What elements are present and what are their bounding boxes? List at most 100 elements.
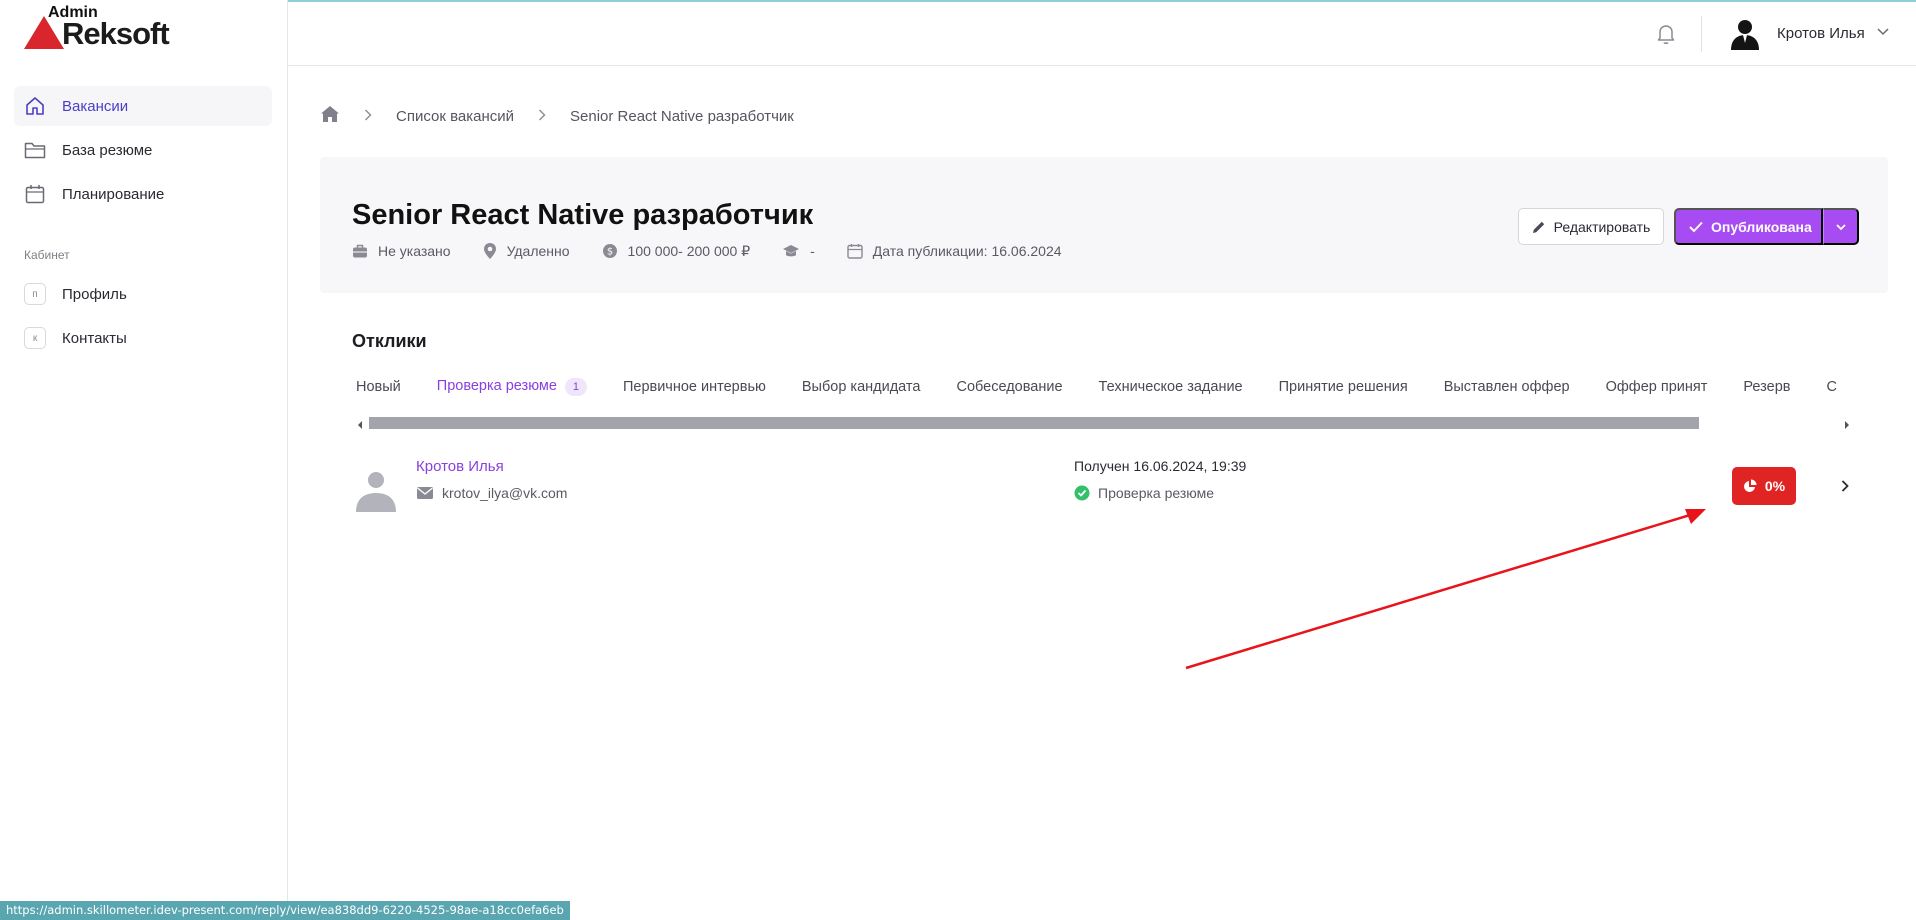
candidate-name-link[interactable]: Кротов Илья (416, 458, 504, 475)
candidate-email-text: krotov_ilya@vk.com (442, 485, 568, 501)
sidebar-item-label: База резюме (62, 141, 153, 159)
pencil-icon (1532, 221, 1544, 233)
published-status-label: Опубликована (1711, 218, 1812, 235)
breadcrumb: Список вакансий Senior React Native разр… (320, 106, 794, 126)
top-header: Кротов Илья (288, 2, 1916, 66)
edit-button-label: Редактировать (1553, 218, 1651, 235)
candidate-email: krotov_ilya@vk.com (416, 485, 567, 501)
vacancy-experience-text: Не указано (378, 243, 451, 259)
vacancy-header-card: Senior React Native разработчик Не указа… (320, 157, 1888, 293)
vacancy-published-text: Дата публикации: 16.06.2024 (872, 243, 1062, 259)
edit-button[interactable]: Редактировать (1518, 208, 1664, 245)
sidebar-item-label: Планирование (62, 185, 165, 203)
logo-triangle-icon (24, 16, 64, 49)
candidate-status: Проверка резюме (1074, 485, 1214, 501)
tab-offer-made[interactable]: Выставлен оффер (1444, 379, 1570, 395)
candidate-avatar (352, 466, 400, 514)
vacancy-published: Дата публикации: 16.06.2024 (847, 243, 1062, 259)
app-logo[interactable]: Admin Reksoft (22, 4, 192, 51)
sidebar-item-contacts[interactable]: к Контакты (14, 318, 272, 358)
briefcase-icon (353, 244, 367, 258)
tab-label: С (1826, 379, 1837, 395)
tab-label: Техническое задание (1098, 379, 1243, 395)
calendar-icon (24, 183, 46, 205)
vacancy-education-text: - (810, 243, 815, 259)
location-pin-icon (483, 243, 496, 259)
tab-count-badge: 1 (564, 378, 587, 396)
annotation-arrow-icon (1185, 509, 1706, 670)
vacancy-salary-text: 100 000- 200 000 ₽ (627, 242, 751, 259)
tab-label: Выбор кандидата (801, 379, 921, 395)
breadcrumb-home-icon[interactable] (320, 105, 340, 127)
status-dropdown-button[interactable] (1823, 208, 1859, 245)
candidate-row[interactable]: Кротов Илья krotov_ilya@vk.com Получен 1… (352, 452, 1872, 516)
check-circle-icon (1074, 485, 1090, 501)
tab-label: Проверка резюме (436, 378, 557, 394)
bell-icon[interactable] (1654, 22, 1678, 46)
skill-score-badge[interactable]: 0% (1732, 467, 1796, 505)
profile-letter-icon: п (24, 283, 46, 305)
user-name[interactable]: Кротов Илья (1777, 25, 1865, 42)
coin-icon: $ (602, 244, 617, 258)
tab-primary-interview[interactable]: Первичное интервью (623, 379, 766, 395)
candidate-received-date: Получен 16.06.2024, 19:39 (1074, 458, 1247, 474)
tab-label: Оффер принят (1605, 379, 1708, 395)
tab-technical-task[interactable]: Техническое задание (1099, 379, 1243, 395)
tab-label: Первичное интервью (622, 379, 766, 395)
sidebar-item-planning[interactable]: Планирование (14, 174, 272, 214)
chevron-down-icon (1835, 223, 1846, 230)
logo-brand-text: Reksoft (62, 16, 170, 51)
sidebar-item-label: Контакты (62, 329, 127, 347)
chevron-right-icon[interactable] (1838, 479, 1852, 493)
sidebar-cabinet-nav: п Профиль к Контакты (14, 274, 272, 362)
scroll-right-arrow-icon[interactable] (1843, 417, 1851, 429)
tab-new[interactable]: Новый (356, 379, 401, 395)
sidebar-item-resume-base[interactable]: База резюме (14, 130, 272, 170)
tab-candidate-selection[interactable]: Выбор кандидата (802, 379, 921, 395)
sidebar: Admin Reksoft Вакансии База резюме Плани… (0, 0, 288, 920)
responses-stage-tabs: Новый Проверка резюме 1 Первичное интервью В… (352, 378, 1858, 400)
header-divider (1701, 16, 1702, 52)
tab-offer-accepted[interactable]: Оффер принят (1606, 379, 1708, 395)
tab-interview[interactable]: Собеседование (956, 379, 1062, 395)
candidate-status-text: Проверка резюме (1098, 485, 1215, 501)
envelope-icon (417, 487, 433, 499)
breadcrumb-chevron-icon (364, 108, 372, 124)
chevron-down-icon[interactable] (1876, 24, 1890, 38)
vacancy-location: Удаленно (483, 242, 570, 260)
vacancy-location-text: Удаленно (506, 243, 570, 259)
home-icon (24, 95, 46, 117)
vacancy-experience: Не указано (352, 243, 451, 259)
user-avatar[interactable] (1728, 16, 1762, 50)
tab-overflow[interactable]: С (1827, 379, 1837, 395)
sidebar-item-profile[interactable]: п Профиль (14, 274, 272, 314)
skill-score-value: 0% (1764, 478, 1786, 494)
tab-label: Принятие решения (1278, 379, 1408, 395)
folder-icon (24, 139, 46, 161)
sidebar-item-label: Вакансии (62, 97, 129, 115)
vacancy-education: - (782, 243, 815, 259)
scroll-left-arrow-icon[interactable] (356, 417, 364, 429)
breadcrumb-current: Senior React Native разработчик (570, 107, 794, 125)
breadcrumb-chevron-icon (538, 108, 546, 124)
tabs-horizontal-scrollbar[interactable] (369, 417, 1699, 429)
vacancy-salary: $ 100 000- 200 000 ₽ (602, 242, 751, 260)
tab-decision[interactable]: Принятие решения (1279, 379, 1408, 395)
tab-resume-check[interactable]: Проверка резюме 1 (437, 378, 587, 396)
vacancy-meta: Не указано Удаленно $ 100 000- 200 000 ₽… (352, 242, 1094, 260)
check-icon (1689, 221, 1703, 232)
page-title: Senior React Native разработчик (352, 199, 814, 231)
tab-label: Новый (356, 379, 401, 395)
browser-status-url: https://admin.skillometer.idev-present.c… (0, 901, 570, 920)
tab-reserve[interactable]: Резерв (1743, 379, 1790, 395)
sidebar-item-vacancies[interactable]: Вакансии (14, 86, 272, 126)
tab-label: Выставлен оффер (1443, 379, 1570, 395)
calendar-icon (847, 244, 863, 259)
graduation-cap-icon (783, 245, 800, 257)
contacts-letter-icon: к (24, 327, 46, 349)
sidebar-item-label: Профиль (62, 285, 127, 303)
tab-label: Собеседование (956, 379, 1063, 395)
pie-chart-icon (1743, 479, 1757, 492)
published-status-button[interactable]: Опубликована (1674, 208, 1823, 245)
breadcrumb-vacancy-list[interactable]: Список вакансий (396, 108, 514, 125)
